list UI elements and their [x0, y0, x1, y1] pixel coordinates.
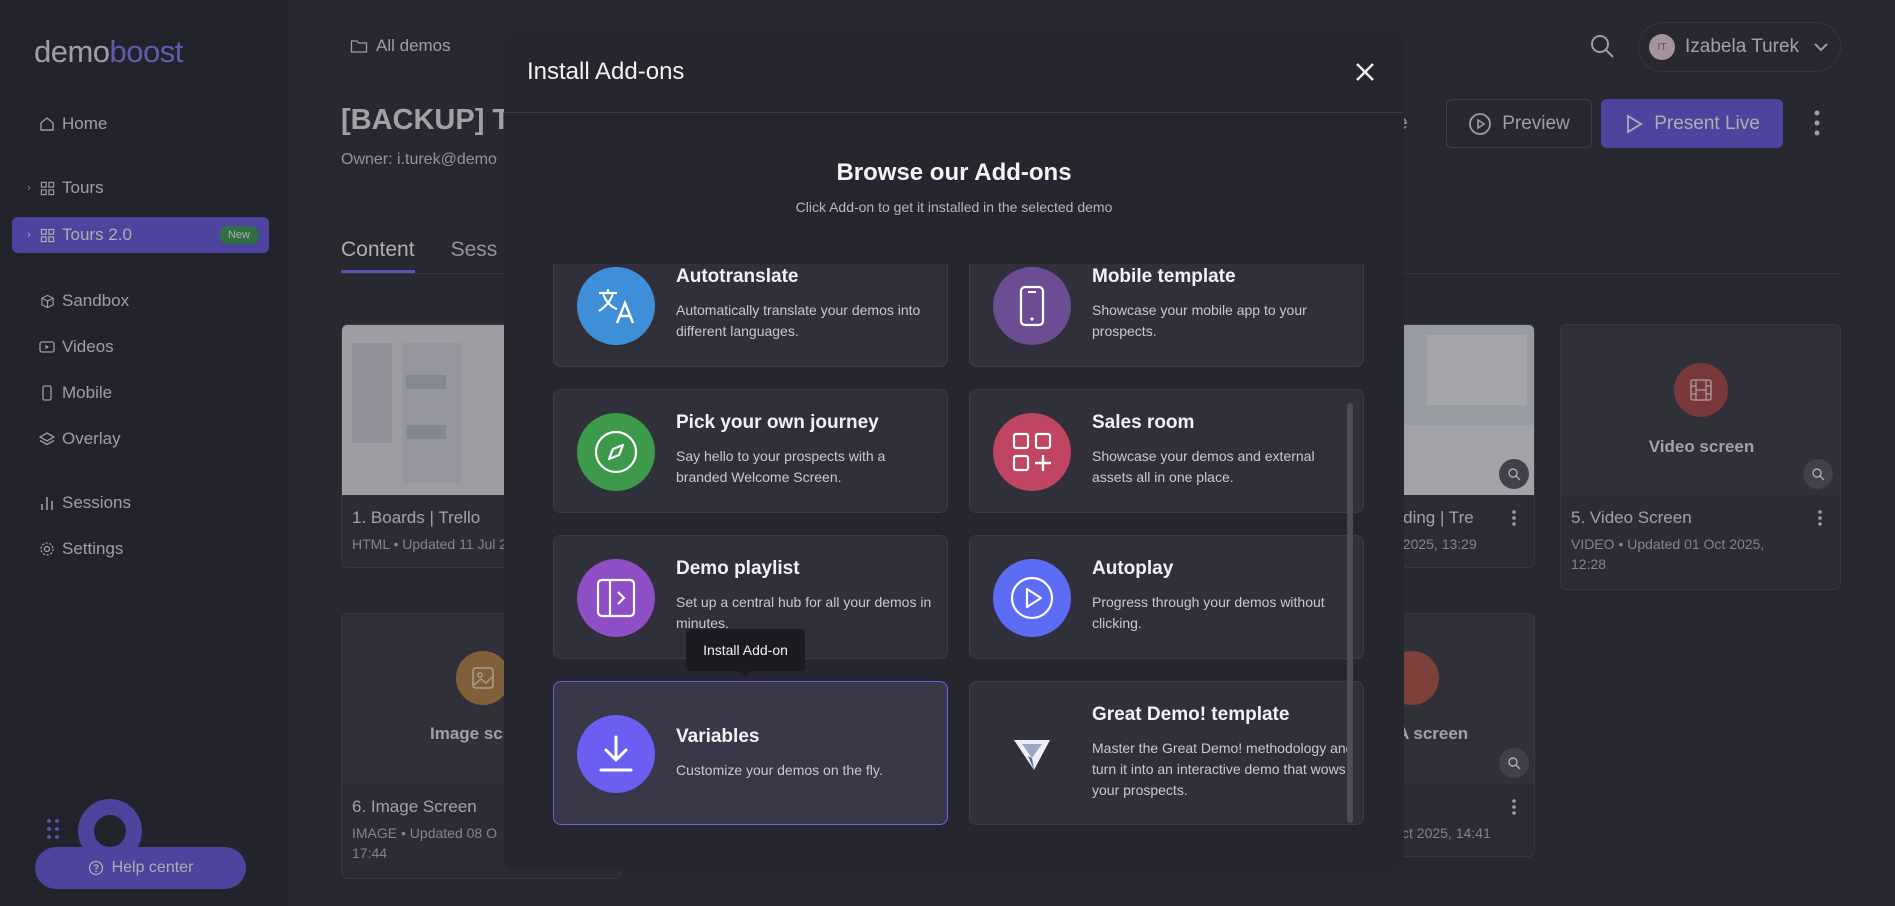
mobile-icon: [993, 267, 1071, 345]
addon-title: Autotranslate: [676, 266, 799, 287]
download-icon: [577, 715, 655, 793]
addon-card-sales-room[interactable]: Sales room Showcase your demos and exter…: [969, 389, 1364, 513]
addon-description: Showcase your mobile app to your prospec…: [1092, 302, 1307, 339]
install-addon-tooltip: Install Add-on: [686, 629, 805, 677]
addon-card-mobile-template[interactable]: Mobile template Showcase your mobile app…: [969, 264, 1364, 367]
browse-title: Browse our Add-ons: [836, 159, 1072, 186]
browse-subtitle: Click Add-on to get it installed in the …: [795, 199, 1113, 215]
addon-title: Sales room: [1092, 412, 1195, 433]
addon-title: Demo playlist: [676, 558, 800, 579]
addon-card-great-demo-template[interactable]: Great Demo! template Master the Great De…: [969, 681, 1364, 825]
addons-grid: Autotranslate Automatically translate yo…: [549, 264, 1364, 858]
compass-icon: [577, 413, 655, 491]
addon-card-autoplay[interactable]: Autoplay Progress through your demos wit…: [969, 535, 1364, 659]
addon-description: Set up a central hub for all your demos …: [676, 594, 932, 631]
addon-description: Master the Great Demo! methodology and t…: [1092, 740, 1354, 798]
modal-title: Install Add-ons: [527, 58, 685, 85]
addon-card-pick-your-own-journey[interactable]: Pick your own journey Say hello to your …: [553, 389, 948, 513]
addon-description: Progress through your demos without clic…: [1092, 594, 1325, 631]
addon-description: Automatically translate your demos into …: [676, 302, 921, 339]
addon-title: Autoplay: [1092, 558, 1174, 579]
apps-plus-icon: [993, 413, 1071, 491]
addon-title: Variables: [676, 726, 760, 747]
addon-description: Say hello to your prospects with a brand…: [676, 448, 886, 485]
great-demo-logo-icon: [993, 715, 1071, 793]
close-icon[interactable]: [1352, 59, 1378, 85]
scrollbar[interactable]: [1347, 403, 1353, 823]
addon-title: Pick your own journey: [676, 412, 879, 433]
install-addons-modal: Install Add-ons Browse our Add-ons Click…: [504, 31, 1404, 871]
addon-card-variables[interactable]: Variables Customize your demos on the fl…: [553, 681, 948, 825]
addon-title: Great Demo! template: [1092, 704, 1290, 725]
addon-title: Mobile template: [1092, 266, 1236, 287]
addon-description: Showcase your demos and external assets …: [1092, 448, 1315, 485]
addon-card-autotranslate[interactable]: Autotranslate Automatically translate yo…: [553, 264, 948, 367]
modal-header: Install Add-ons: [504, 31, 1404, 113]
play-circle-icon: [993, 559, 1071, 637]
playlist-icon: [577, 559, 655, 637]
translate-icon: [577, 267, 655, 345]
addon-description: Customize your demos on the fly.: [676, 762, 883, 778]
